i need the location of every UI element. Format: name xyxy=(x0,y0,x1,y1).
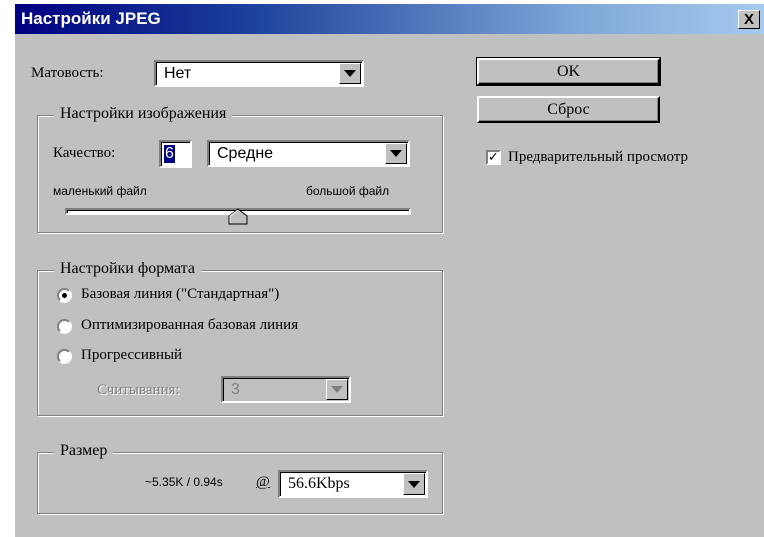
quality-label: Качество: xyxy=(53,145,116,161)
chevron-down-icon xyxy=(344,70,356,77)
reset-button[interactable]: Сброс xyxy=(477,96,660,123)
format-settings-group: Настройки формата Базовая линия ("Станда… xyxy=(37,260,443,416)
reset-button-label: Сброс xyxy=(547,100,590,118)
progressive-radio[interactable] xyxy=(57,349,72,364)
at-label: @ xyxy=(256,474,270,490)
matte-dropdown-arrow[interactable] xyxy=(339,63,361,84)
scans-dropdown-arrow xyxy=(326,379,348,400)
progressive-label[interactable]: Прогрессивный xyxy=(81,347,182,364)
optimized-baseline-label[interactable]: Оптимизированная базовая линия xyxy=(81,317,298,334)
size-legend: Размер xyxy=(54,442,114,460)
jpeg-settings-dialog: Настройки JPEG X Матовость: Нет OK Сброс… xyxy=(14,4,764,537)
format-settings-legend: Настройки формата xyxy=(54,260,201,278)
baseline-label[interactable]: Базовая линия ("Стандартная") xyxy=(81,286,279,303)
matte-dropdown[interactable]: Нет xyxy=(154,60,364,87)
quality-value: 6 xyxy=(164,145,175,163)
close-icon: X xyxy=(743,11,754,28)
dialog-title: Настройки JPEG xyxy=(21,9,161,28)
quality-preset-dropdown[interactable]: Средне xyxy=(207,140,410,167)
matte-label: Матовость: xyxy=(31,65,104,81)
scans-label: Считывания: xyxy=(97,382,180,398)
scans-value: 3 xyxy=(231,381,240,398)
matte-value: Нет xyxy=(164,65,192,82)
quality-input[interactable]: 6 xyxy=(159,140,192,168)
preview-label[interactable]: Предварительный просмотр xyxy=(508,149,688,166)
ok-button[interactable]: OK xyxy=(476,57,661,86)
chevron-down-icon xyxy=(408,480,420,488)
chevron-down-icon xyxy=(390,150,402,157)
image-settings-legend: Настройки изображения xyxy=(54,105,233,123)
size-group: Размер ~5.35K / 0.94s @ 56.6Kbps xyxy=(37,442,443,514)
optimized-baseline-radio[interactable] xyxy=(57,319,72,334)
image-settings-group: Настройки изображения Качество: 6 Средне… xyxy=(37,105,443,233)
connection-speed-arrow[interactable] xyxy=(403,473,425,495)
chevron-down-icon xyxy=(331,386,343,393)
connection-speed-value: 56.6Kbps xyxy=(288,475,350,492)
quality-slider-thumb[interactable] xyxy=(228,208,248,226)
quality-preset-arrow[interactable] xyxy=(385,143,407,164)
preview-checkbox[interactable]: ✓ xyxy=(486,150,501,165)
title-bar[interactable]: Настройки JPEG X xyxy=(15,4,764,34)
ok-button-label: OK xyxy=(556,62,581,80)
small-file-label: маленький файл xyxy=(53,184,147,198)
large-file-label: большой файл xyxy=(306,184,390,198)
connection-speed-dropdown[interactable]: 56.6Kbps xyxy=(278,470,428,498)
baseline-radio[interactable] xyxy=(57,288,72,303)
close-button[interactable]: X xyxy=(738,10,760,29)
checkmark-icon: ✓ xyxy=(488,150,499,165)
size-estimate: ~5.35K / 0.94s xyxy=(145,475,223,489)
scans-dropdown: 3 xyxy=(221,376,351,403)
quality-preset-value: Средне xyxy=(217,145,274,162)
